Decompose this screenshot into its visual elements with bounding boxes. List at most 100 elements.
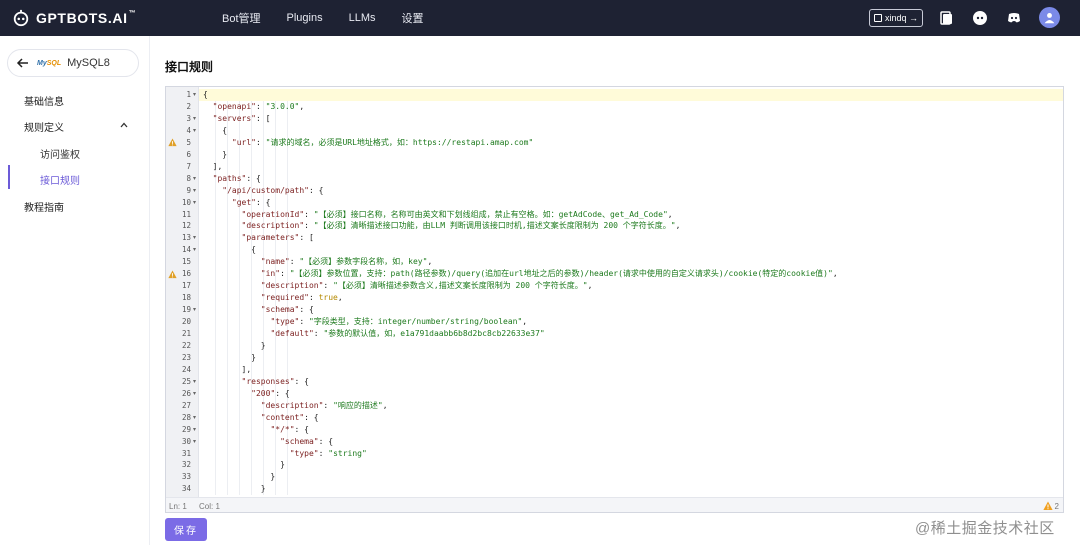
code-line[interactable]: "get": { [199, 197, 271, 209]
code-line[interactable]: } [199, 459, 285, 471]
code-line[interactable]: { [199, 89, 1063, 101]
code-token: , [587, 281, 593, 291]
code-token: true [318, 293, 338, 303]
code-line[interactable]: "operationId": "【必须】接口名称，名称可由英文和下划线组成，禁止… [199, 209, 673, 221]
code-line[interactable]: } [199, 352, 256, 364]
code-line[interactable]: "*/*": { [199, 424, 309, 436]
code-token: "type" [270, 317, 300, 327]
fold-toggle-icon[interactable]: ▾ [193, 89, 196, 101]
fold-toggle-icon[interactable]: ▾ [193, 424, 196, 436]
line-number: 15 [181, 257, 191, 267]
fold-toggle-icon[interactable]: ▾ [193, 376, 196, 388]
code-token: } [203, 352, 256, 362]
code-line[interactable]: "content": { [199, 412, 319, 424]
sidebar-item-basic-info[interactable]: 基础信息 [24, 93, 64, 108]
fold-toggle-icon[interactable]: ▾ [193, 232, 196, 244]
code-line[interactable]: "responses": { [199, 376, 309, 388]
warning-icon[interactable] [168, 138, 177, 147]
nav-plugins[interactable]: Plugins [287, 12, 323, 24]
code-token: , [832, 269, 838, 279]
document-icon[interactable] [937, 9, 955, 27]
page-title: 接口规则 [165, 60, 214, 74]
code-editor[interactable]: 1 ▾ 2 3 ▾ 4 ▾ 5 6 7 8 ▾ 9 ▾ 10 ▾ 11 12 13 ▾ 14 ▾ 15 16 17 18 19 ▾ 20… [165, 86, 1064, 513]
warning-icon[interactable] [168, 270, 177, 279]
discord-alt-icon[interactable] [971, 9, 989, 27]
code-line[interactable]: ], [199, 161, 223, 173]
fold-toggle-icon[interactable]: ▾ [193, 113, 196, 125]
code-line[interactable]: "description": "【必须】清晰描述接口功能，由LLM 判断调用该接… [199, 220, 681, 232]
code-line[interactable]: "paths": { [199, 173, 261, 185]
code-token: "description" [260, 281, 324, 291]
sidebar-item-tutorial[interactable]: 教程指南 [24, 199, 64, 214]
line-number: 19 [181, 305, 191, 315]
nav-llms[interactable]: LLMs [349, 12, 376, 24]
code-token: : [ [256, 113, 271, 123]
code-line[interactable]: "description": "响应的描述", [199, 400, 388, 412]
fold-toggle-icon[interactable]: ▾ [193, 244, 196, 256]
discord-icon[interactable] [1005, 9, 1023, 27]
fold-toggle-icon[interactable]: ▾ [193, 173, 196, 185]
fold-toggle-icon[interactable]: ▾ [193, 185, 196, 197]
line-number: 8 [186, 173, 191, 183]
fold-toggle-icon[interactable]: ▾ [193, 125, 196, 137]
code-line[interactable]: } [199, 340, 266, 352]
line-number: 4 [186, 125, 191, 135]
code-token: "参数的默认值，如，e1a791daabb6b8d2bc8cb22633e37" [323, 329, 545, 338]
code-line[interactable]: } [199, 471, 275, 483]
top-navbar: GPTBOTS.AI™ Bot管理 Plugins LLMs 设置 xindq … [0, 0, 1080, 36]
workspace-switch-button[interactable]: xindq → [869, 9, 923, 27]
code-line[interactable]: "in": "【必须】参数位置，支持：path(路径参数)/query(追加在u… [199, 268, 838, 280]
sidebar-item-access-auth[interactable]: 访问鉴权 [40, 146, 80, 161]
code-line[interactable]: "url": "请求的域名，必须是URL地址格式，如：https://resta… [199, 137, 533, 149]
brand-logo[interactable]: GPTBOTS.AI™ [12, 8, 136, 28]
line-number: 14 [181, 245, 191, 255]
code-line[interactable]: "200": { [199, 388, 290, 400]
code-line[interactable]: "name": "【必须】参数字段名称，如，key", [199, 256, 432, 268]
warning-icon [1042, 501, 1053, 510]
code-line[interactable]: ], [199, 364, 252, 376]
code-token: : [318, 448, 329, 458]
code-line[interactable]: "type": "string" [199, 448, 367, 460]
code-line[interactable]: "parameters": [ [199, 232, 314, 244]
code-line[interactable]: } [199, 149, 227, 161]
fold-toggle-icon[interactable]: ▾ [193, 388, 196, 400]
code-line[interactable]: "default": "参数的默认值，如，e1a791daabb6b8d2bc8… [199, 328, 545, 340]
code-line[interactable]: { [199, 244, 256, 256]
line-number: 30 [181, 436, 191, 446]
code-line[interactable]: { [199, 125, 227, 137]
fold-toggle-icon[interactable]: ▾ [193, 197, 196, 209]
code-line[interactable]: "servers": [ [199, 113, 271, 125]
fold-toggle-icon[interactable]: ▾ [193, 412, 196, 424]
back-button[interactable]: MySQL MySQL8 [7, 49, 139, 77]
sidebar-item-rule-definition[interactable]: 规则定义 [24, 119, 64, 134]
code-line[interactable]: "/api/custom/path": { [199, 185, 323, 197]
fold-toggle-icon[interactable]: ▾ [193, 436, 196, 448]
code-token: "schema" [260, 305, 300, 315]
code-line[interactable]: "openapi": "3.0.0", [199, 101, 305, 113]
code-line[interactable]: "required": true, [199, 292, 343, 304]
nav-settings[interactable]: 设置 [402, 10, 424, 26]
fold-toggle-icon[interactable]: ▾ [193, 304, 196, 316]
sidebar-item-api-rules[interactable]: 接口规则 [40, 172, 80, 187]
code-line[interactable]: "schema": { [199, 304, 314, 316]
code-token: : [299, 317, 309, 327]
user-avatar[interactable] [1039, 7, 1060, 28]
editor-code-area[interactable]: { "openapi": "3.0.0", "servers": [ { "ur… [199, 87, 1063, 497]
code-line[interactable]: "schema": { [199, 436, 333, 448]
code-token: { [203, 90, 208, 99]
code-token: : [313, 329, 324, 338]
code-token: "【必须】清晰描述接口功能，由LLM 判断调用该接口时机,描述文案长度限制为 2… [313, 221, 676, 231]
warning-counter[interactable]: 2 [1042, 501, 1059, 511]
chevron-up-icon[interactable] [120, 121, 128, 129]
code-line[interactable]: } [199, 483, 266, 495]
code-line[interactable]: "description": "【必须】清晰描述参数含义,描述文案长度限制为 2… [199, 280, 593, 292]
code-line[interactable]: "type": "字段类型，支持：integer/number/string/b… [199, 316, 527, 328]
save-button[interactable]: 保存 [165, 518, 207, 541]
nav-bot-management[interactable]: Bot管理 [222, 10, 261, 26]
